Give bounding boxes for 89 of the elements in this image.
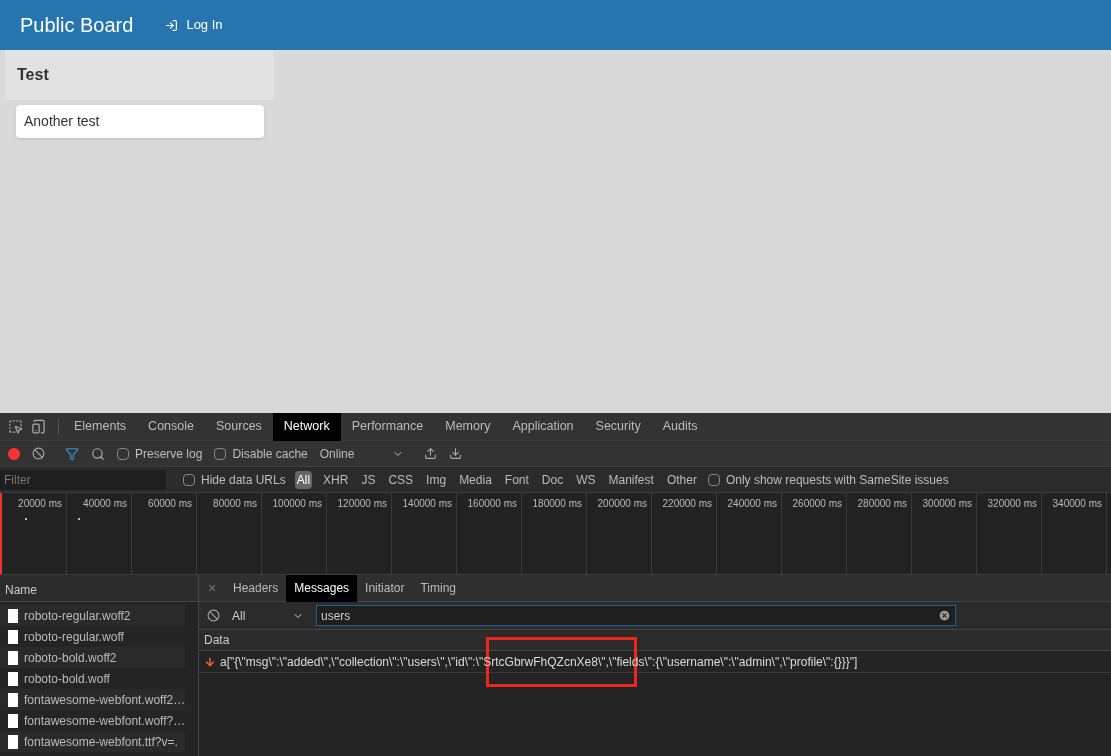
type-filter[interactable]: CSS [386,470,416,489]
type-filter[interactable]: Other [664,470,699,489]
clear-icon[interactable] [32,447,45,460]
board-card[interactable]: Another test [16,105,264,138]
timeline-tick: 140000 ms [402,497,452,511]
filter-field[interactable]: Filter [0,469,166,490]
message-type-dropdown[interactable]: All [228,606,308,625]
devtools-tab[interactable]: Console [137,412,205,441]
type-filter[interactable]: All [294,470,313,489]
upload-icon[interactable] [423,447,437,460]
inspect-icon[interactable] [8,419,23,434]
checkbox-label: Hide data URLs [201,471,286,489]
file-icon [8,650,18,665]
type-filter[interactable]: JS [359,470,378,489]
timeline-tick: 320000 ms [987,497,1037,511]
checkbox[interactable] [214,447,227,460]
timeline-tick: 40000 ms [83,497,127,511]
devtools-tab[interactable]: Network [272,412,341,441]
device-toolbar-icon[interactable] [31,419,46,434]
checkbox[interactable] [183,473,195,486]
checkbox-label: Preserve log [135,445,203,463]
request-name: roboto-bold.woff2 [24,649,117,667]
request-name: roboto-bold.woff [24,670,110,688]
record-button[interactable] [8,447,20,460]
type-filter[interactable]: XHR [321,470,351,489]
search-icon[interactable] [91,446,105,461]
file-icon [8,713,18,728]
app-title: Public Board [20,13,134,38]
download-icon[interactable] [448,447,462,460]
timeline-tick: 60000 ms [148,497,192,511]
type-filter[interactable]: Img [424,470,449,489]
timeline-tick: 80000 ms [213,497,257,511]
timeline-tick: 240000 ms [727,497,777,511]
request-row[interactable]: fontawesome-webfont.woff2… [0,689,185,710]
request-name: fontawesome-webfont.ttf?v=. [24,733,178,751]
list-title: Test [16,65,50,85]
timeline-tick: 260000 ms [792,497,842,511]
detail-tab[interactable]: Initiator [357,574,413,602]
type-filter[interactable]: WS [574,470,598,489]
login-icon [165,18,179,32]
timeline-tick: 300000 ms [922,497,972,511]
message-filter-field[interactable]: users [316,605,956,626]
timeline-tick: 340000 ms [1052,497,1102,511]
request-row[interactable]: roboto-bold.woff2 [0,647,185,668]
request-row[interactable]: roboto-regular.woff2 [0,605,185,626]
file-icon [8,629,18,644]
checkbox[interactable] [707,473,720,486]
timeline-tick: 280000 ms [857,497,907,511]
file-icon [8,734,18,749]
type-filter[interactable]: Doc [539,470,566,489]
checkbox[interactable] [117,447,129,460]
detail-tab[interactable]: Headers [225,574,287,602]
devtools-tab[interactable]: Audits [651,412,709,441]
checkbox-label: Disable cache [232,445,308,463]
request-row[interactable]: fontawesome-webfont.ttf?v=. [0,731,185,752]
devtools-tab[interactable]: Performance [340,412,435,441]
timeline-tick: 100000 ms [272,497,322,511]
request-name: roboto-regular.woff [24,628,124,646]
timeline-tick: 200000 ms [597,497,647,511]
clear-search-icon[interactable] [938,609,951,622]
throttling-dropdown[interactable]: Online [319,444,404,463]
login-link[interactable]: Log In [165,15,223,35]
type-filter[interactable]: Media [457,470,494,489]
column-header: Name [0,575,198,602]
devtools-tab[interactable]: Elements [63,412,138,441]
checkbox-label: Only show requests with SameSite issues [725,471,949,489]
file-icon [8,608,18,623]
devtools-tab[interactable]: Security [584,412,652,441]
timeline-tick: 120000 ms [337,497,387,511]
file-icon [8,671,18,686]
file-icon [8,692,18,707]
filter-icon[interactable] [65,446,79,461]
devtools-tab[interactable]: Sources [205,412,273,441]
request-name: fontawesome-webfont.woff2… [24,691,186,709]
devtools-tab[interactable]: Application [501,412,585,441]
timeline-tick: 180000 ms [532,497,582,511]
type-filter[interactable]: Manifest [606,470,656,489]
request-name: roboto-regular.woff2 [24,607,131,625]
column-header: Data [199,630,1111,651]
received-arrow-icon [204,655,216,668]
detail-tab[interactable]: Timing [412,574,464,602]
detail-tab[interactable]: Messages [286,574,358,602]
type-filter[interactable]: Font [502,470,531,489]
devtools-tab[interactable]: Memory [434,412,502,441]
clear-icon[interactable] [207,609,220,622]
timeline-tick: 20000 ms [18,497,62,511]
request-name: fontawesome-webfont.woff?… [24,712,186,730]
timeline-tick: 220000 ms [662,497,712,511]
timeline-tick: 160000 ms [467,497,517,511]
